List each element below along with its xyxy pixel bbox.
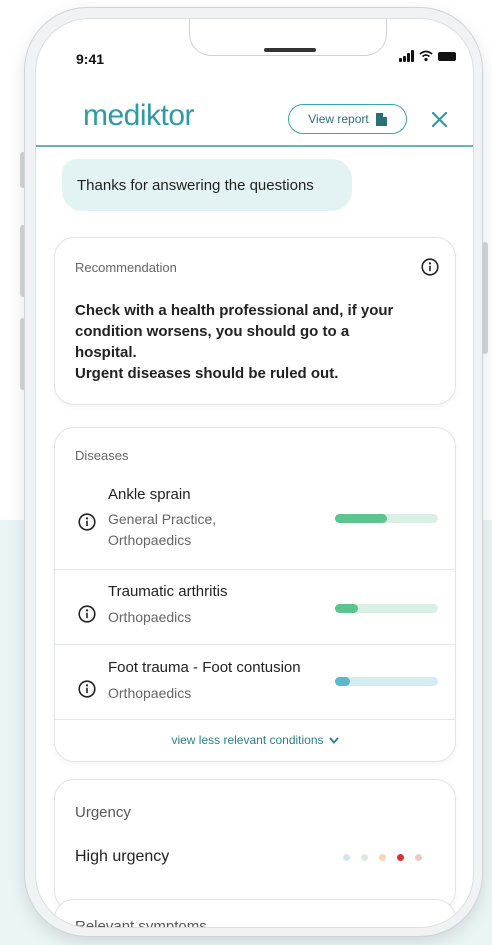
relevance-bar-fill: [335, 514, 387, 523]
recommendation-label: Recommendation: [75, 260, 177, 275]
recommendation-line: Check with a health professional and, if…: [75, 302, 394, 319]
urgency-dot: [415, 854, 422, 861]
disease-specialty: General Practice, Orthopaedics: [108, 511, 217, 548]
info-icon[interactable]: [78, 605, 96, 623]
urgency-value: High urgency: [75, 848, 170, 865]
chat-bubble: Thanks for answering the questions: [62, 159, 352, 211]
view-less-label: view less relevant conditions: [171, 733, 324, 747]
urgency-dot: [379, 854, 386, 861]
diseases-label: Diseases: [75, 448, 129, 463]
header-divider: [36, 145, 473, 147]
recommendation-line: hospital.: [75, 344, 137, 361]
chevron-down-icon: [328, 737, 339, 745]
status-time: 9:41: [76, 51, 105, 67]
disease-specialty: Orthopaedics: [108, 609, 192, 625]
row-divider: [55, 719, 455, 720]
recommendation-text: Check with a health professional and, if…: [75, 300, 435, 384]
power-button: [482, 242, 488, 354]
document-icon: [375, 112, 387, 126]
view-report-label: View report: [308, 112, 369, 126]
recommendation-line: condition worsens, you should go to a: [75, 323, 350, 340]
relevance-bar: [335, 677, 438, 686]
disease-name: Foot trauma - Foot contusion: [108, 659, 301, 676]
urgency-dot: [343, 854, 350, 861]
info-icon[interactable]: [421, 258, 439, 276]
urgency-dot: [361, 854, 368, 861]
relevance-bar: [335, 514, 438, 523]
info-icon[interactable]: [78, 513, 96, 531]
signal-icon: [399, 50, 414, 62]
urgency-scale: [343, 854, 422, 861]
disease-item-foot-trauma[interactable]: Foot trauma - Foot contusion Orthopaedic…: [55, 645, 455, 719]
symptoms-label: Relevant symptoms: [75, 918, 207, 928]
wifi-icon: [419, 50, 433, 62]
symptoms-card: Relevant symptoms: [54, 899, 456, 928]
urgency-card: Urgency High urgency: [54, 779, 456, 911]
close-icon[interactable]: [432, 112, 447, 127]
speaker: [264, 48, 316, 52]
phone-frame: 9:41 mediktor View report Thanks for ans…: [25, 8, 482, 936]
info-icon[interactable]: [78, 680, 96, 698]
disease-item-ankle-sprain[interactable]: Ankle sprain General Practice, Orthopaed…: [55, 474, 455, 568]
disease-name: Traumatic arthritis: [108, 583, 228, 600]
disease-item-traumatic-arthritis[interactable]: Traumatic arthritis Orthopaedics: [55, 570, 455, 644]
recommendation-card: Recommendation Check with a health profe…: [54, 237, 456, 405]
chat-message: Thanks for answering the questions: [77, 176, 314, 194]
recommendation-line: Urgent diseases should be ruled out.: [75, 365, 339, 382]
urgency-dot: [397, 854, 404, 861]
relevance-bar-fill: [335, 604, 358, 613]
urgency-label: Urgency: [75, 804, 131, 821]
status-icons: [399, 50, 456, 62]
view-less-link[interactable]: view less relevant conditions: [55, 733, 455, 747]
relevance-bar-fill: [335, 677, 351, 686]
disease-specialty: Orthopaedics: [108, 685, 192, 701]
diseases-card: Diseases Ankle sprain General Practice, …: [54, 427, 456, 762]
disease-name: Ankle sprain: [108, 486, 191, 503]
mediktor-logo: mediktor: [83, 99, 195, 132]
phone-screen: 9:41 mediktor View report Thanks for ans…: [35, 18, 474, 928]
battery-icon: [438, 51, 456, 61]
relevance-bar: [335, 604, 438, 613]
view-report-button[interactable]: View report: [288, 104, 407, 134]
